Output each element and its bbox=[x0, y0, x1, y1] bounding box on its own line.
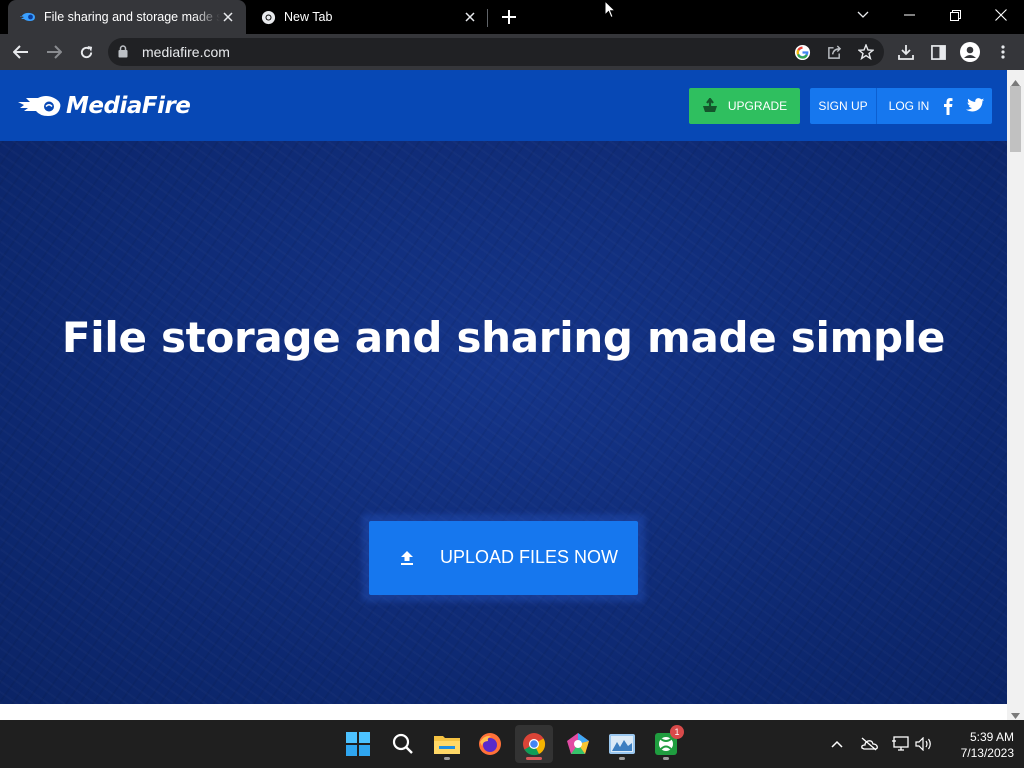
mouse-cursor-icon bbox=[604, 0, 617, 24]
address-bar[interactable]: mediafire.com bbox=[108, 38, 884, 66]
notification-badge: 1 bbox=[670, 725, 684, 739]
close-window-button[interactable] bbox=[987, 4, 1015, 26]
browser-tabstrip: File sharing and storage made simple New… bbox=[0, 0, 1024, 34]
site-header: MediaFire UPGRADE SIGN UP LOG IN bbox=[0, 70, 1007, 141]
logo-text: MediaFire bbox=[66, 93, 191, 119]
auth-group: SIGN UP LOG IN bbox=[810, 88, 992, 124]
browser-toolbar: mediafire.com bbox=[0, 34, 1024, 70]
close-tab-icon[interactable] bbox=[462, 9, 478, 25]
mediafire-logo[interactable]: MediaFire bbox=[18, 90, 191, 122]
upgrade-box-icon bbox=[702, 98, 718, 114]
page-scrollbar[interactable] bbox=[1007, 70, 1024, 720]
start-button[interactable] bbox=[339, 725, 377, 763]
tab-separator bbox=[487, 9, 488, 27]
tab-mediafire[interactable]: File sharing and storage made simple bbox=[8, 0, 246, 34]
tab-new-tab[interactable]: New Tab bbox=[248, 0, 488, 34]
share-icon[interactable] bbox=[823, 41, 845, 63]
scrollbar-thumb[interactable] bbox=[1010, 86, 1021, 152]
system-clock[interactable]: 5:39 AM 7/13/2023 bbox=[944, 729, 1014, 761]
facebook-icon[interactable] bbox=[940, 96, 956, 116]
download-icon[interactable] bbox=[893, 39, 919, 65]
pentagon-app-button[interactable] bbox=[559, 725, 597, 763]
network-icon[interactable] bbox=[890, 734, 910, 754]
start-icon bbox=[346, 732, 370, 756]
upgrade-label: UPGRADE bbox=[727, 99, 788, 113]
file-explorer-icon bbox=[434, 736, 460, 754]
mediafire-favicon bbox=[20, 9, 36, 25]
bookmark-star-icon[interactable] bbox=[855, 41, 877, 63]
close-tab-icon[interactable] bbox=[220, 9, 236, 25]
forward-button[interactable] bbox=[41, 39, 67, 65]
google-lens-icon[interactable] bbox=[791, 41, 813, 63]
menu-kebab-icon[interactable] bbox=[990, 39, 1016, 65]
upgrade-button[interactable]: UPGRADE bbox=[689, 88, 800, 124]
back-button[interactable] bbox=[8, 39, 34, 65]
tab-title: New Tab bbox=[284, 10, 333, 24]
firefox-icon bbox=[479, 733, 501, 755]
chrome-icon bbox=[260, 9, 276, 25]
log-in-button[interactable]: LOG IN bbox=[878, 88, 940, 124]
xbox-button[interactable]: 1 bbox=[647, 725, 685, 763]
chrome-icon bbox=[523, 733, 546, 756]
upload-arrow-icon bbox=[400, 550, 414, 566]
minimize-button[interactable] bbox=[895, 4, 923, 26]
twitter-icon[interactable] bbox=[964, 96, 986, 116]
chrome-taskbar-button[interactable] bbox=[515, 725, 553, 763]
restore-button[interactable] bbox=[941, 4, 969, 26]
volume-icon[interactable] bbox=[914, 734, 934, 754]
reload-button[interactable] bbox=[73, 39, 99, 65]
side-panel-icon[interactable] bbox=[925, 39, 951, 65]
image-viewer-button[interactable] bbox=[603, 725, 641, 763]
tray-chevron-up-icon[interactable] bbox=[827, 734, 847, 754]
upload-label: UPLOAD FILES NOW bbox=[440, 547, 619, 567]
sign-up-button[interactable]: SIGN UP bbox=[810, 88, 877, 124]
app-pentagon-icon bbox=[567, 733, 589, 754]
upload-files-button[interactable]: UPLOAD FILES NOW bbox=[369, 521, 638, 595]
hero-section: File storage and sharing made simple UPL… bbox=[0, 141, 1007, 704]
hero-title: File storage and sharing made simple bbox=[61, 313, 946, 362]
tab-title: File sharing and storage made simple bbox=[44, 10, 220, 24]
mediafire-flame-icon bbox=[18, 96, 61, 116]
file-explorer-button[interactable] bbox=[428, 725, 466, 763]
web-page: MediaFire UPGRADE SIGN UP LOG IN File st… bbox=[0, 70, 1007, 720]
search-button[interactable] bbox=[384, 725, 422, 763]
url-text: mediafire.com bbox=[142, 44, 230, 60]
page-below-fold bbox=[0, 704, 1007, 720]
lock-icon[interactable] bbox=[118, 45, 128, 63]
image-viewer-icon bbox=[609, 734, 635, 754]
onedrive-offline-icon[interactable] bbox=[859, 734, 879, 754]
windows-taskbar: 1 5:39 AM 7/13/2023 bbox=[0, 720, 1024, 768]
new-tab-button[interactable] bbox=[500, 8, 518, 26]
search-icon bbox=[392, 733, 413, 754]
clock-date: 7/13/2023 bbox=[960, 746, 1014, 760]
tab-search-chevron-icon[interactable] bbox=[849, 4, 877, 26]
clock-time: 5:39 AM bbox=[969, 730, 1014, 744]
profile-avatar-icon[interactable] bbox=[957, 39, 983, 65]
firefox-button[interactable] bbox=[471, 725, 509, 763]
